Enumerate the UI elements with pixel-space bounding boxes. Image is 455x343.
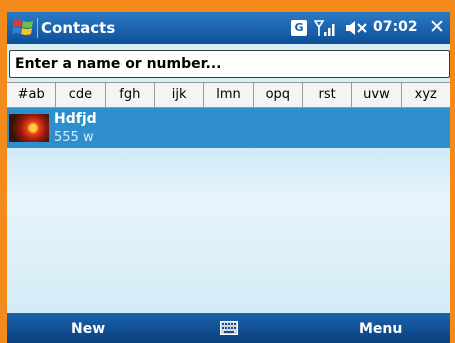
letter-tab[interactable]: opq <box>254 83 303 107</box>
contact-detail: 555 w <box>54 130 94 145</box>
app-title: Contacts <box>41 19 116 37</box>
contact-photo <box>9 114 49 142</box>
g-badge-icon[interactable]: G <box>291 20 307 36</box>
letter-index-bar: #ab cde fgh ijk lmn opq rst uvw xyz <box>7 82 450 108</box>
letter-tab[interactable]: fgh <box>106 83 155 107</box>
letter-tab[interactable]: lmn <box>204 83 254 107</box>
letter-tab[interactable]: xyz <box>402 83 450 107</box>
signal-icon[interactable] <box>314 19 336 37</box>
clock[interactable]: 07:02 <box>373 19 418 35</box>
volume-muted-icon[interactable] <box>345 19 369 37</box>
letter-tab[interactable]: cde <box>56 83 106 107</box>
close-icon[interactable]: ✕ <box>427 17 447 37</box>
menu-button[interactable]: Menu <box>359 321 402 337</box>
letter-tab[interactable]: ijk <box>155 83 205 107</box>
contact-list[interactable]: Hdfjd 555 w <box>7 108 450 313</box>
title-bar: Contacts G 07:02 ✕ <box>7 12 450 44</box>
new-button[interactable]: New <box>71 321 105 337</box>
menu-bar: New Menu <box>7 313 450 343</box>
keyboard-icon[interactable] <box>220 321 238 335</box>
windows-start-icon[interactable] <box>11 17 35 39</box>
letter-tab[interactable]: #ab <box>7 83 57 107</box>
letter-tab[interactable]: uvw <box>352 83 402 107</box>
contact-row[interactable]: Hdfjd 555 w <box>7 108 450 148</box>
device-screen: Contacts G 07:02 ✕ Enter a name or numbe… <box>7 12 450 343</box>
search-input[interactable]: Enter a name or number... <box>9 50 450 78</box>
contact-name: Hdfjd <box>54 111 97 127</box>
title-separator <box>37 18 38 38</box>
letter-tab[interactable]: rst <box>303 83 353 107</box>
